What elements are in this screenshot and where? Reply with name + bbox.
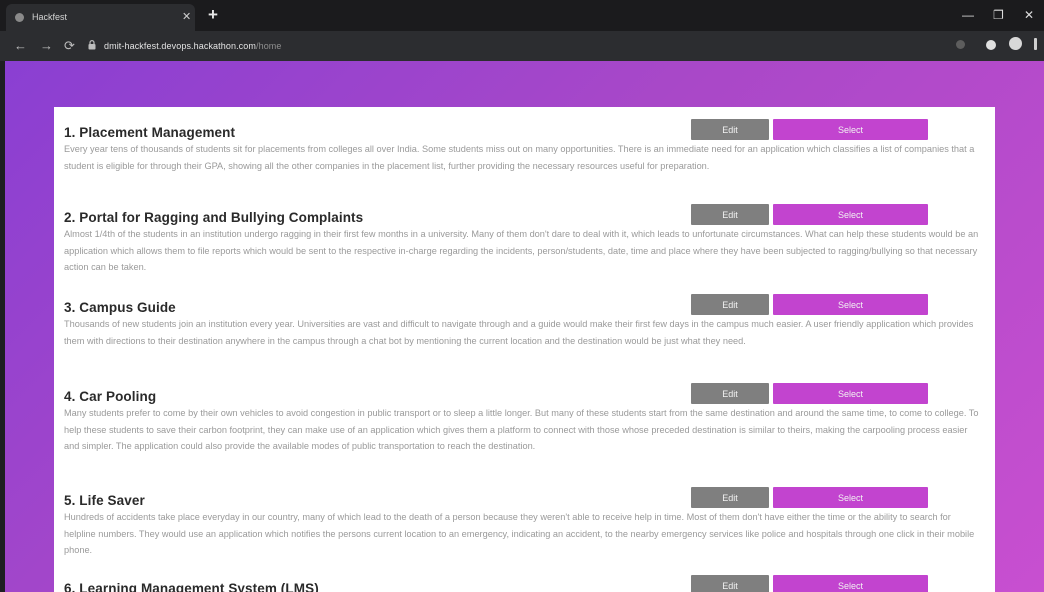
select-button[interactable]: Select [773,119,928,140]
tab-close-icon[interactable]: ✕ [182,4,191,31]
browser-toolbar: ← → ⟳ dmit-hackfest.devops.hackathon.com… [0,31,1044,61]
reload-button[interactable]: ⟳ [64,38,75,54]
edit-button[interactable]: Edit [691,575,769,592]
browser-tab[interactable]: Hackfest ✕ [6,4,195,31]
minimize-button[interactable]: — [962,8,974,22]
page-background: 1. Placement Management Edit Select Ever… [5,61,1044,592]
project-title: 4. Car Pooling [64,389,157,404]
project-title: 2. Portal for Ragging and Bullying Compl… [64,210,364,225]
project-title: 1. Placement Management [64,125,236,140]
select-button[interactable]: Select [773,575,928,592]
select-button[interactable]: Select [773,383,928,404]
forward-button[interactable]: → [40,38,53,54]
browser-tab-bar: Hackfest ✕ + — ❐ ✕ [0,0,1044,31]
select-button[interactable]: Select [773,487,928,508]
profile-avatar[interactable] [1009,37,1022,50]
project-description: Every year tens of thousands of students… [64,144,975,171]
edit-button[interactable]: Edit [691,204,769,225]
menu-icon[interactable] [1034,38,1037,50]
window-close-button[interactable]: ✕ [1024,8,1034,22]
project-title: 3. Campus Guide [64,300,176,315]
back-button[interactable]: ← [14,38,27,54]
project-description: Many students prefer to come by their ow… [64,408,979,452]
project-description: Thousands of new students join an instit… [64,319,974,346]
edit-button[interactable]: Edit [691,119,769,140]
address-bar[interactable]: dmit-hackfest.devops.hackathon.com/home [88,36,958,56]
tab-title: Hackfest [32,12,68,22]
project-title: 6. Learning Management System (LMS) [64,581,319,592]
edit-button[interactable]: Edit [691,294,769,315]
edit-button[interactable]: Edit [691,487,769,508]
lock-icon [88,40,96,50]
select-button[interactable]: Select [773,204,928,225]
edit-button[interactable]: Edit [691,383,769,404]
url-text: dmit-hackfest.devops.hackathon.com/home [104,41,282,51]
star-icon[interactable] [956,40,965,49]
project-title: 5. Life Saver [64,493,145,508]
maximize-button[interactable]: ❐ [993,8,1004,22]
select-button[interactable]: Select [773,294,928,315]
project-list-card: 1. Placement Management Edit Select Ever… [54,107,995,592]
favicon-icon [15,13,24,22]
project-description: Almost 1/4th of the students in an insti… [64,229,979,273]
project-description: Hundreds of accidents take place everyda… [64,512,975,556]
new-tab-button[interactable]: + [208,4,218,26]
extension-icon[interactable] [986,40,996,50]
